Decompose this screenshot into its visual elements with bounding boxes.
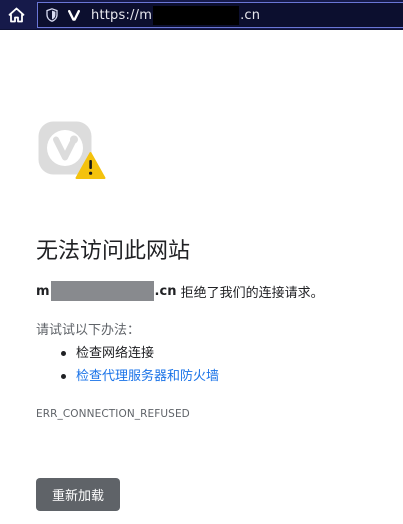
suggestions-list: 检查网络连接 检查代理服务器和防火墙: [58, 342, 219, 388]
home-icon: [8, 7, 24, 23]
host-suffix: .cn: [154, 283, 177, 299]
url-redaction: [153, 5, 240, 25]
error-code: ERR_CONNECTION_REFUSED: [36, 408, 190, 420]
url-text[interactable]: https://m .cn: [91, 5, 261, 25]
check-proxy-link[interactable]: 检查代理服务器和防火墙: [76, 369, 219, 384]
url-prefix: https://m: [91, 7, 153, 23]
host-name: m .cn: [36, 281, 176, 301]
error-description: m .cn 拒绝了我们的连接请求。: [36, 281, 324, 301]
error-logo: [37, 120, 107, 180]
address-bar[interactable]: https://m .cn: [37, 2, 403, 28]
host-redaction: [50, 281, 154, 301]
host-prefix: m: [36, 283, 50, 299]
suggestion-check-proxy: 检查代理服务器和防火墙: [58, 365, 219, 388]
shield-icon[interactable]: [45, 8, 58, 22]
page-title: 无法访问此网站: [36, 239, 191, 264]
reload-button[interactable]: 重新加载: [36, 478, 120, 511]
url-suffix: .cn: [240, 7, 261, 23]
suggestion-label: 检查网络连接: [76, 346, 155, 361]
suggestion-check-network: 检查网络连接: [58, 342, 219, 365]
error-message: 拒绝了我们的连接请求。: [176, 285, 324, 301]
browser-toolbar: https://m .cn: [0, 0, 403, 30]
suggestions-heading: 请试试以下办法：: [36, 323, 141, 338]
vivaldi-icon[interactable]: [68, 9, 80, 21]
home-button[interactable]: [6, 5, 26, 25]
